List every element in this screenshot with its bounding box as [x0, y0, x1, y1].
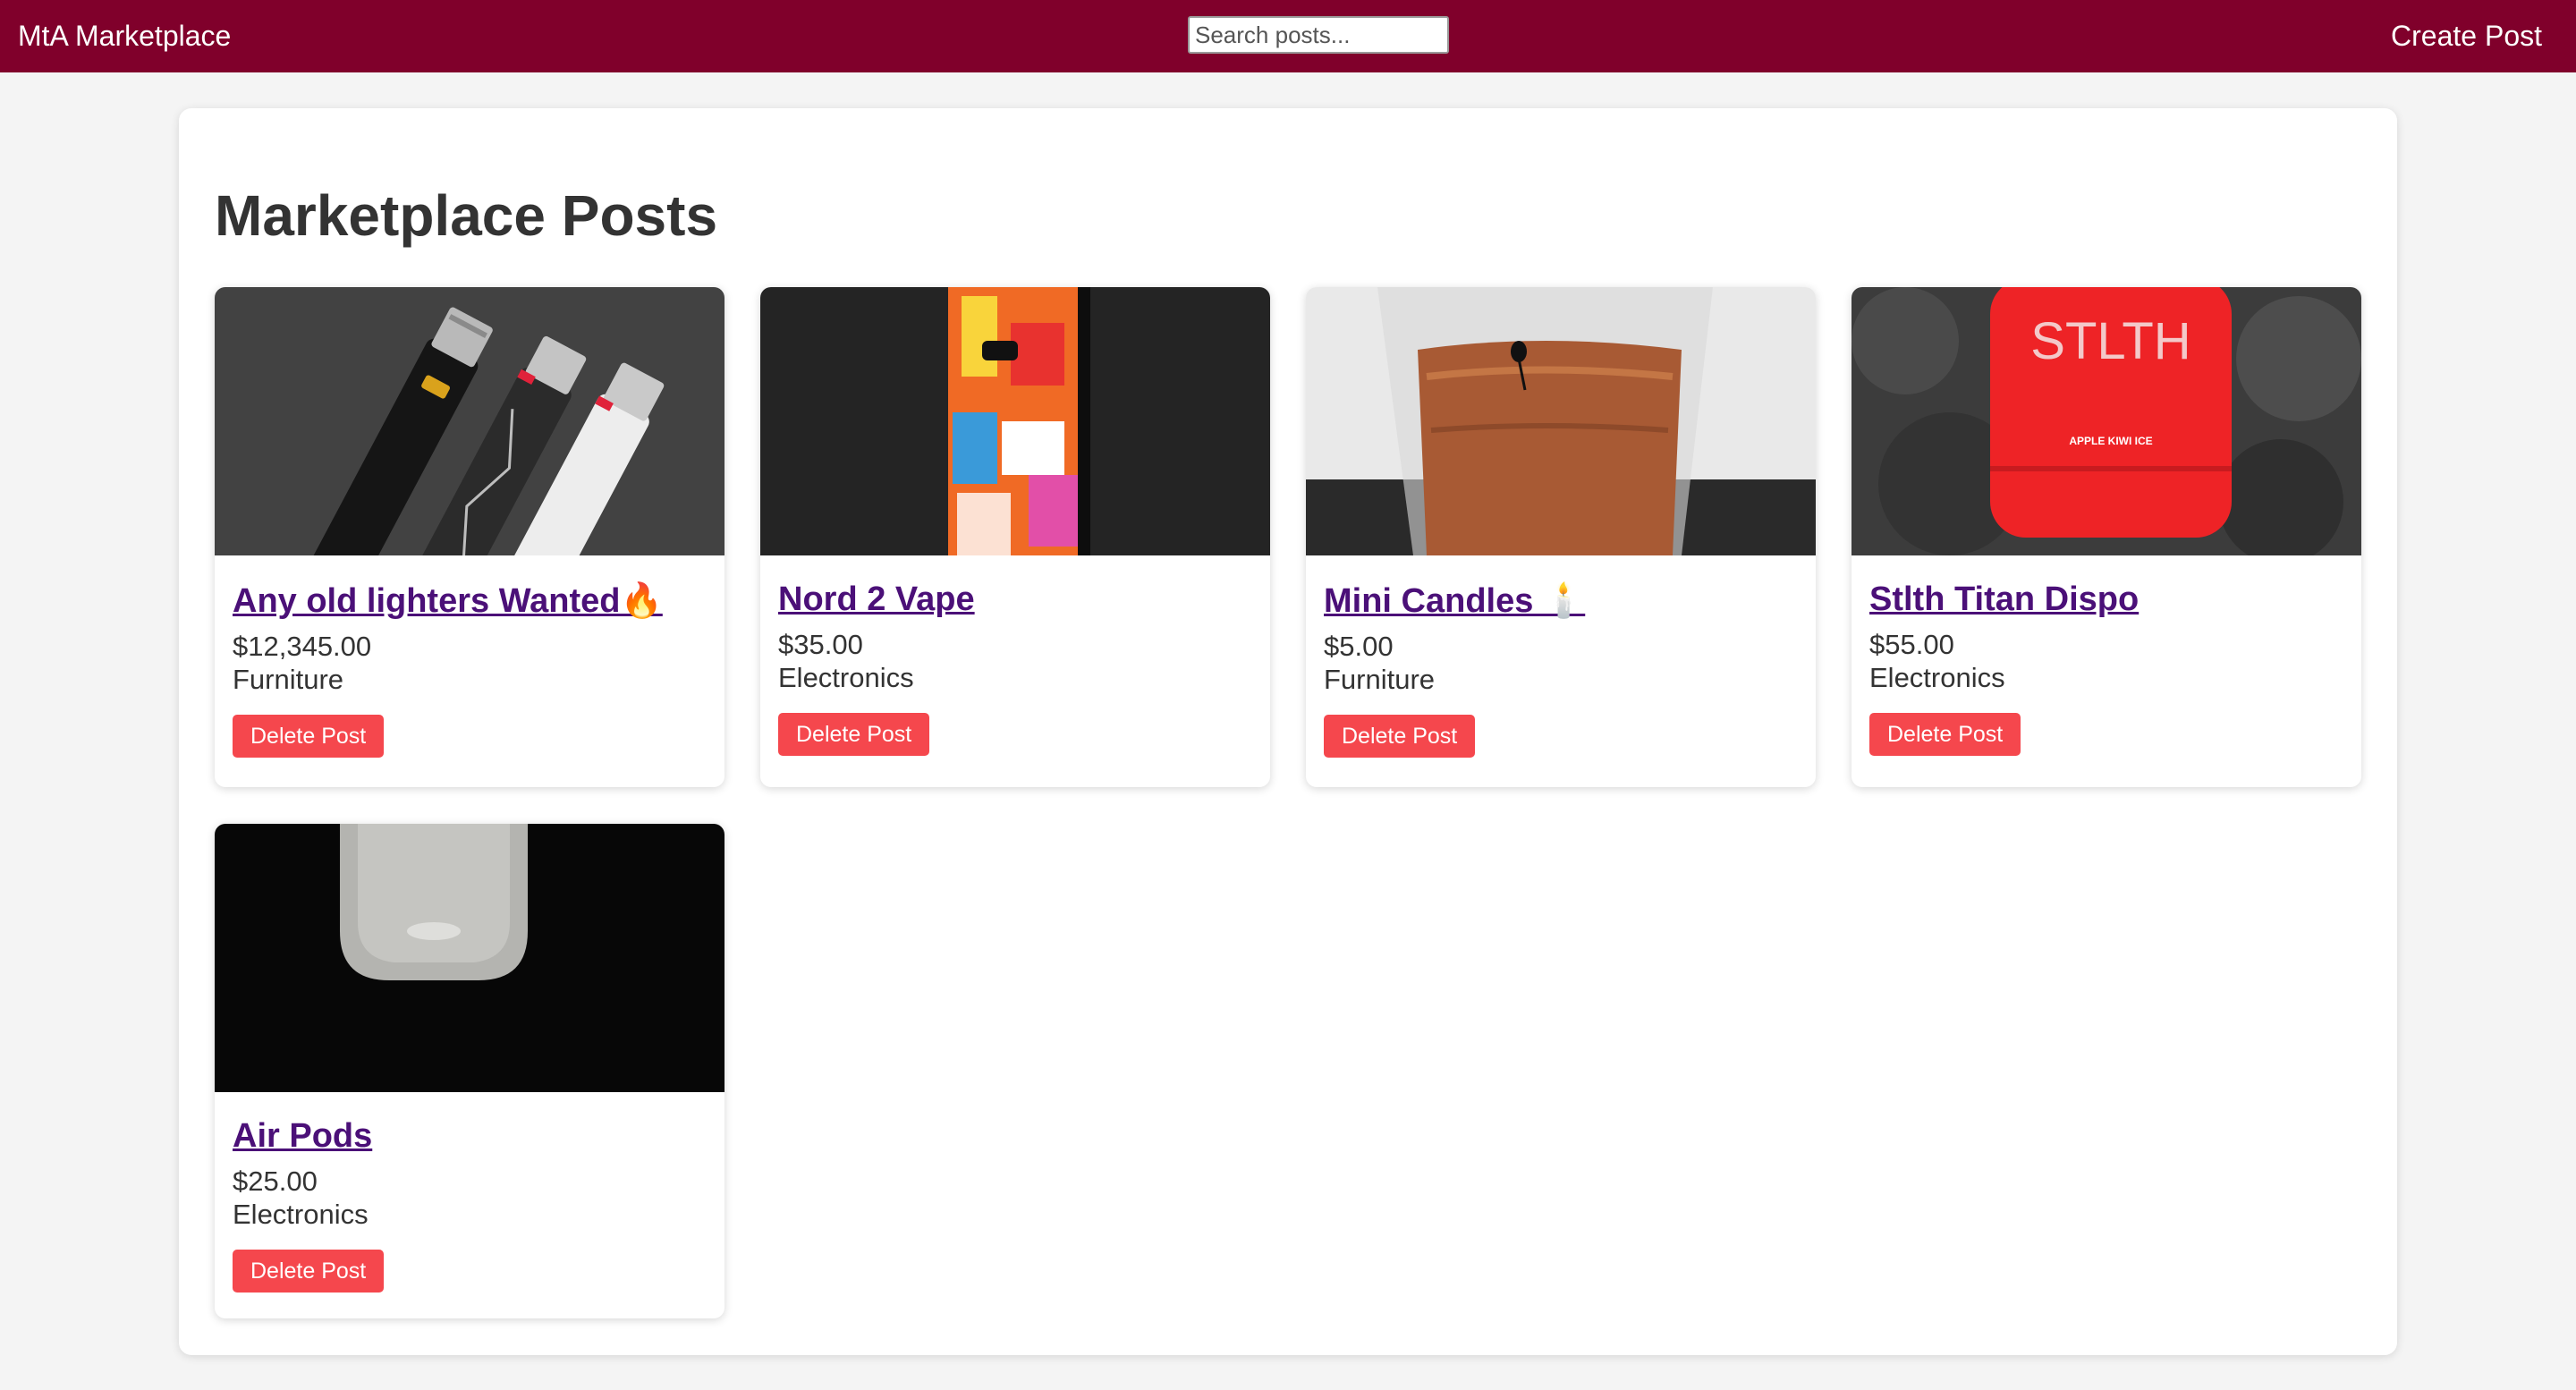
- post-title-link[interactable]: Mini Candles 🕯️: [1324, 581, 1798, 622]
- post-category: Electronics: [1869, 662, 2005, 693]
- delete-post-button[interactable]: Delete Post: [1869, 713, 2021, 756]
- post-price: $12,345.00: [233, 631, 372, 662]
- search-input[interactable]: [1188, 16, 1449, 54]
- post-title-link[interactable]: Nord 2 Vape: [778, 579, 1252, 620]
- posts-container: Marketplace Posts Any old lighters Wante…: [179, 108, 2397, 1355]
- delete-post-button[interactable]: Delete Post: [233, 715, 385, 758]
- post-category: Furniture: [233, 664, 344, 695]
- post-card: Mini Candles 🕯️ $5.00 Furniture Delete P…: [1306, 287, 1816, 787]
- post-category: Electronics: [233, 1199, 369, 1230]
- post-category: Electronics: [778, 662, 914, 693]
- post-image-vape[interactable]: [760, 287, 1270, 555]
- delete-post-button[interactable]: Delete Post: [1324, 715, 1476, 758]
- brand-link[interactable]: MtA Marketplace: [18, 18, 231, 54]
- create-post-link[interactable]: Create Post: [2391, 18, 2542, 54]
- post-card: Nord 2 Vape $35.00 Electronics Delete Po…: [760, 287, 1270, 787]
- post-price: $55.00: [1869, 629, 1954, 660]
- post-price: $25.00: [233, 1165, 318, 1197]
- post-title-link[interactable]: Air Pods: [233, 1115, 707, 1157]
- post-image-lighters[interactable]: [215, 287, 724, 555]
- post-price: $5.00: [1324, 631, 1394, 662]
- page-title: Marketplace Posts: [215, 183, 718, 248]
- delete-post-button[interactable]: Delete Post: [778, 713, 930, 756]
- post-title-link[interactable]: Any old lighters Wanted🔥: [233, 581, 707, 622]
- stlth-logo: STLTH: [2030, 312, 2190, 370]
- post-image-stlth[interactable]: STLTH APPLE KIWI ICE: [1852, 287, 2361, 555]
- navbar: MtA Marketplace Create Post: [0, 0, 2576, 72]
- post-card: Air Pods $25.00 Electronics Delete Post: [215, 824, 724, 1318]
- post-price: $35.00: [778, 629, 863, 660]
- stlth-flavor-label: APPLE KIWI ICE: [2069, 435, 2152, 447]
- post-card: Any old lighters Wanted🔥 $12,345.00 Furn…: [215, 287, 724, 787]
- delete-post-button[interactable]: Delete Post: [233, 1250, 385, 1293]
- post-image-candle[interactable]: [1306, 287, 1816, 555]
- post-image-airpods[interactable]: [215, 824, 724, 1092]
- post-category: Furniture: [1324, 664, 1436, 695]
- post-card: STLTH APPLE KIWI ICE Stlth Titan Dispo $…: [1852, 287, 2361, 787]
- post-title-link[interactable]: Stlth Titan Dispo: [1869, 579, 2343, 620]
